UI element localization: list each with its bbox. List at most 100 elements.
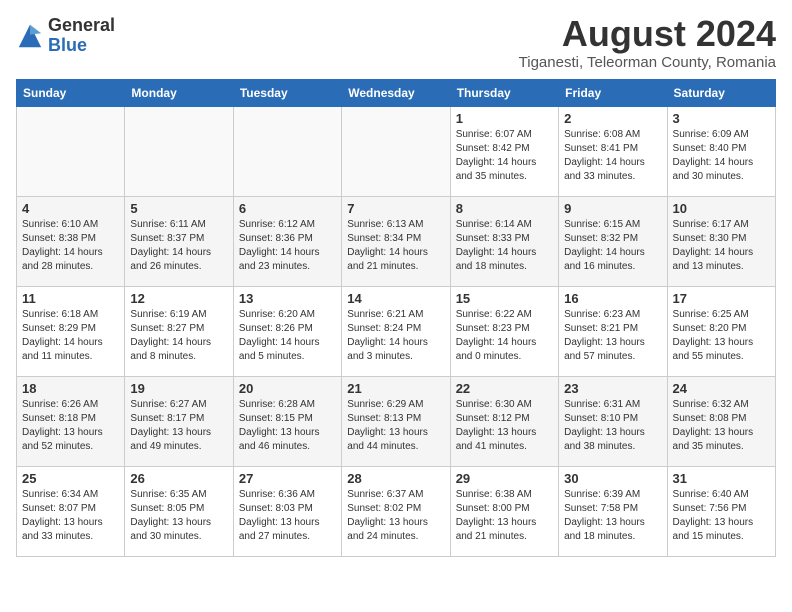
calendar-cell: 21Sunrise: 6:29 AM Sunset: 8:13 PM Dayli… <box>342 377 450 467</box>
calendar-cell: 13Sunrise: 6:20 AM Sunset: 8:26 PM Dayli… <box>233 287 341 377</box>
weekday-header-saturday: Saturday <box>667 80 775 107</box>
calendar-cell: 1 Sunrise: 6:07 AM Sunset: 8:42 PM Daylig… <box>450 107 558 197</box>
calendar-cell: 14 Sunrise: 6:21 AM Sunset: 8:24 PM Dayli… <box>342 287 450 377</box>
cell-content: 3 Sunrise: 6:09 AM Sunset: 8:40 PM Daylig… <box>673 111 770 184</box>
day-number: 7 <box>347 201 444 216</box>
cell-content: 18 Sunrise: 6:26 AM Sunset: 8:18 PM Dayli… <box>22 381 119 454</box>
day-number: 3 <box>673 111 770 126</box>
calendar-cell: 24Sunrise: 6:32 AM Sunset: 8:08 PM Dayli… <box>667 377 775 467</box>
day-number: 13 <box>239 291 336 306</box>
cell-info: Sunrise: 6:35 AM Sunset: 8:05 PM Dayligh… <box>130 488 227 544</box>
weekday-header-friday: Friday <box>559 80 667 107</box>
cell-info: Sunrise: 6:13 AM Sunset: 8:34 PM Dayligh… <box>347 218 444 274</box>
cell-content: 25 Sunrise: 6:34 AM Sunset: 8:07 PM Dayli… <box>22 471 119 544</box>
cell-content: 29 Sunrise: 6:38 AM Sunset: 8:00 PM Dayli… <box>456 471 553 544</box>
cell-info: Sunrise: 6:38 AM Sunset: 8:00 PM Dayligh… <box>456 488 553 544</box>
calendar-cell: 27 Sunrise: 6:36 AM Sunset: 8:03 PM Dayli… <box>233 467 341 557</box>
day-number: 1 <box>456 111 553 126</box>
calendar-cell: 17Sunrise: 6:25 AM Sunset: 8:20 PM Dayli… <box>667 287 775 377</box>
cell-info: Sunrise: 6:37 AM Sunset: 8:02 PM Dayligh… <box>347 488 444 544</box>
calendar-cell: 7 Sunrise: 6:13 AM Sunset: 8:34 PM Daylig… <box>342 197 450 287</box>
cell-info: Sunrise: 6:26 AM Sunset: 8:18 PM Dayligh… <box>22 398 119 454</box>
month-year-title: August 2024 <box>519 16 776 52</box>
day-number: 10 <box>673 201 770 216</box>
calendar-cell: 16Sunrise: 6:23 AM Sunset: 8:21 PM Dayli… <box>559 287 667 377</box>
calendar-cell: 20Sunrise: 6:28 AM Sunset: 8:15 PM Dayli… <box>233 377 341 467</box>
cell-content: 6 Sunrise: 6:12 AM Sunset: 8:36 PM Daylig… <box>239 201 336 274</box>
day-number: 4 <box>22 201 119 216</box>
cell-content: 11Sunrise: 6:18 AM Sunset: 8:29 PM Dayli… <box>22 291 119 364</box>
day-number: 27 <box>239 471 336 486</box>
calendar-cell: 6 Sunrise: 6:12 AM Sunset: 8:36 PM Daylig… <box>233 197 341 287</box>
calendar-cell: 28 Sunrise: 6:37 AM Sunset: 8:02 PM Dayli… <box>342 467 450 557</box>
cell-content: 19Sunrise: 6:27 AM Sunset: 8:17 PM Dayli… <box>130 381 227 454</box>
day-number: 15 <box>456 291 553 306</box>
calendar-table: SundayMondayTuesdayWednesdayThursdayFrid… <box>16 79 776 557</box>
day-number: 29 <box>456 471 553 486</box>
cell-content: 23Sunrise: 6:31 AM Sunset: 8:10 PM Dayli… <box>564 381 661 454</box>
cell-info: Sunrise: 6:30 AM Sunset: 8:12 PM Dayligh… <box>456 398 553 454</box>
cell-content: 8Sunrise: 6:14 AM Sunset: 8:33 PM Daylig… <box>456 201 553 274</box>
calendar-cell: 29 Sunrise: 6:38 AM Sunset: 8:00 PM Dayli… <box>450 467 558 557</box>
cell-info: Sunrise: 6:11 AM Sunset: 8:37 PM Dayligh… <box>130 218 227 274</box>
logo-icon <box>16 22 44 50</box>
day-number: 21 <box>347 381 444 396</box>
day-number: 19 <box>130 381 227 396</box>
cell-content: 14 Sunrise: 6:21 AM Sunset: 8:24 PM Dayli… <box>347 291 444 364</box>
calendar-cell: 8Sunrise: 6:14 AM Sunset: 8:33 PM Daylig… <box>450 197 558 287</box>
day-number: 22 <box>456 381 553 396</box>
cell-content: 13Sunrise: 6:20 AM Sunset: 8:26 PM Dayli… <box>239 291 336 364</box>
calendar-cell: 23Sunrise: 6:31 AM Sunset: 8:10 PM Dayli… <box>559 377 667 467</box>
weekday-header-thursday: Thursday <box>450 80 558 107</box>
cell-info: Sunrise: 6:21 AM Sunset: 8:24 PM Dayligh… <box>347 308 444 364</box>
calendar-cell <box>342 107 450 197</box>
calendar-cell: 31Sunrise: 6:40 AM Sunset: 7:56 PM Dayli… <box>667 467 775 557</box>
weekday-header-row: SundayMondayTuesdayWednesdayThursdayFrid… <box>17 80 776 107</box>
day-number: 14 <box>347 291 444 306</box>
day-number: 17 <box>673 291 770 306</box>
cell-content: 16Sunrise: 6:23 AM Sunset: 8:21 PM Dayli… <box>564 291 661 364</box>
calendar-week-row: 11Sunrise: 6:18 AM Sunset: 8:29 PM Dayli… <box>17 287 776 377</box>
calendar-cell: 18 Sunrise: 6:26 AM Sunset: 8:18 PM Dayli… <box>17 377 125 467</box>
day-number: 6 <box>239 201 336 216</box>
calendar-cell <box>17 107 125 197</box>
cell-content: 10Sunrise: 6:17 AM Sunset: 8:30 PM Dayli… <box>673 201 770 274</box>
day-number: 18 <box>22 381 119 396</box>
cell-info: Sunrise: 6:34 AM Sunset: 8:07 PM Dayligh… <box>22 488 119 544</box>
cell-info: Sunrise: 6:12 AM Sunset: 8:36 PM Dayligh… <box>239 218 336 274</box>
cell-content: 20Sunrise: 6:28 AM Sunset: 8:15 PM Dayli… <box>239 381 336 454</box>
day-number: 28 <box>347 471 444 486</box>
logo-text: General Blue <box>48 16 115 56</box>
day-number: 25 <box>22 471 119 486</box>
day-number: 23 <box>564 381 661 396</box>
calendar-cell: 19Sunrise: 6:27 AM Sunset: 8:17 PM Dayli… <box>125 377 233 467</box>
cell-info: Sunrise: 6:32 AM Sunset: 8:08 PM Dayligh… <box>673 398 770 454</box>
cell-info: Sunrise: 6:15 AM Sunset: 8:32 PM Dayligh… <box>564 218 661 274</box>
calendar-week-row: 4Sunrise: 6:10 AM Sunset: 8:38 PM Daylig… <box>17 197 776 287</box>
cell-content: 22 Sunrise: 6:30 AM Sunset: 8:12 PM Dayli… <box>456 381 553 454</box>
calendar-cell: 22 Sunrise: 6:30 AM Sunset: 8:12 PM Dayli… <box>450 377 558 467</box>
cell-content: 21Sunrise: 6:29 AM Sunset: 8:13 PM Dayli… <box>347 381 444 454</box>
cell-content: 7 Sunrise: 6:13 AM Sunset: 8:34 PM Daylig… <box>347 201 444 274</box>
calendar-cell: 15Sunrise: 6:22 AM Sunset: 8:23 PM Dayli… <box>450 287 558 377</box>
cell-info: Sunrise: 6:36 AM Sunset: 8:03 PM Dayligh… <box>239 488 336 544</box>
day-number: 26 <box>130 471 227 486</box>
calendar-cell <box>233 107 341 197</box>
cell-info: Sunrise: 6:19 AM Sunset: 8:27 PM Dayligh… <box>130 308 227 364</box>
calendar-cell: 11Sunrise: 6:18 AM Sunset: 8:29 PM Dayli… <box>17 287 125 377</box>
calendar-week-row: 1 Sunrise: 6:07 AM Sunset: 8:42 PM Daylig… <box>17 107 776 197</box>
cell-content: 2Sunrise: 6:08 AM Sunset: 8:41 PM Daylig… <box>564 111 661 184</box>
cell-info: Sunrise: 6:07 AM Sunset: 8:42 PM Dayligh… <box>456 128 553 184</box>
cell-info: Sunrise: 6:09 AM Sunset: 8:40 PM Dayligh… <box>673 128 770 184</box>
day-number: 9 <box>564 201 661 216</box>
day-number: 5 <box>130 201 227 216</box>
calendar-cell: 30Sunrise: 6:39 AM Sunset: 7:58 PM Dayli… <box>559 467 667 557</box>
cell-info: Sunrise: 6:39 AM Sunset: 7:58 PM Dayligh… <box>564 488 661 544</box>
calendar-cell: 9 Sunrise: 6:15 AM Sunset: 8:32 PM Daylig… <box>559 197 667 287</box>
cell-info: Sunrise: 6:08 AM Sunset: 8:41 PM Dayligh… <box>564 128 661 184</box>
title-area: August 2024 Tiganesti, Teleorman County,… <box>519 16 776 71</box>
day-number: 31 <box>673 471 770 486</box>
day-number: 20 <box>239 381 336 396</box>
calendar-cell: 4Sunrise: 6:10 AM Sunset: 8:38 PM Daylig… <box>17 197 125 287</box>
day-number: 16 <box>564 291 661 306</box>
